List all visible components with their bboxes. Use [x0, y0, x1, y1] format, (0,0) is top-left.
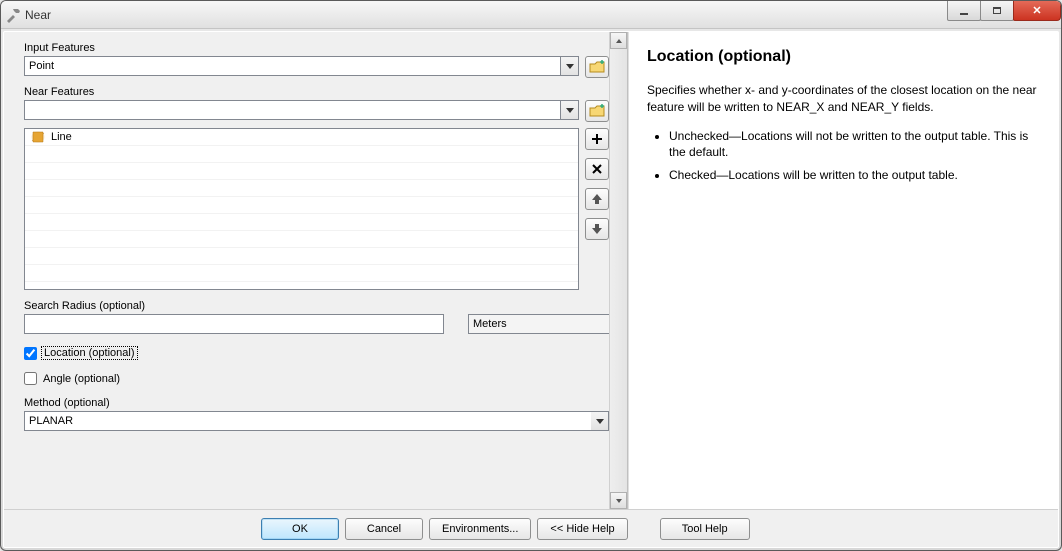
- input-features-input[interactable]: [24, 56, 561, 76]
- close-button[interactable]: ✕: [1013, 1, 1061, 21]
- line-feature-icon: [31, 131, 45, 143]
- near-features-input[interactable]: [24, 100, 561, 120]
- remove-item-button[interactable]: [585, 158, 609, 180]
- location-checkbox-label[interactable]: Location (optional): [41, 346, 138, 360]
- hide-help-button[interactable]: << Hide Help: [537, 518, 627, 540]
- method-select[interactable]: [24, 411, 591, 431]
- input-features-dropdown-button[interactable]: [561, 56, 579, 76]
- list-item-label: Line: [51, 131, 72, 143]
- move-down-button[interactable]: [585, 218, 609, 240]
- help-list: Unchecked—Locations will not be written …: [669, 128, 1040, 184]
- near-features-dropdown-button[interactable]: [561, 100, 579, 120]
- input-features-label: Input Features: [14, 42, 609, 54]
- units-dropdown-button[interactable]: [619, 314, 627, 334]
- help-paragraph: Specifies whether x- and y-coordinates o…: [647, 82, 1040, 116]
- add-item-button[interactable]: [585, 128, 609, 150]
- help-title: Location (optional): [647, 48, 1040, 66]
- near-features-browse-button[interactable]: [585, 100, 609, 122]
- tool-help-button[interactable]: Tool Help: [660, 518, 750, 540]
- hammer-icon: [5, 7, 21, 23]
- angle-checkbox-label[interactable]: Angle (optional): [41, 373, 122, 385]
- move-up-button[interactable]: [585, 188, 609, 210]
- method-dropdown-button[interactable]: [591, 411, 609, 431]
- search-radius-input[interactable]: [24, 314, 444, 334]
- minimize-button[interactable]: [947, 1, 981, 21]
- input-features-browse-button[interactable]: [585, 56, 609, 78]
- angle-checkbox[interactable]: [24, 372, 37, 385]
- tool-dialog-window: Near ✕ Input Features: [0, 0, 1062, 551]
- near-features-label: Near Features: [14, 86, 609, 98]
- search-radius-label: Search Radius (optional): [14, 300, 609, 312]
- location-checkbox[interactable]: [24, 347, 37, 360]
- method-label: Method (optional): [14, 397, 609, 409]
- dialog-body: Input Features Near Features: [3, 31, 1059, 548]
- maximize-button[interactable]: [980, 1, 1014, 21]
- help-pane: Location (optional) Specifies whether x-…: [628, 32, 1058, 509]
- scroll-down-button[interactable]: [610, 492, 627, 509]
- window-title: Near: [25, 8, 1057, 22]
- help-list-item: Checked—Locations will be written to the…: [669, 167, 1040, 184]
- window-controls: ✕: [947, 1, 1061, 21]
- environments-button[interactable]: Environments...: [429, 518, 531, 540]
- titlebar[interactable]: Near ✕: [1, 1, 1061, 29]
- parameters-pane: Input Features Near Features: [4, 32, 628, 509]
- help-list-item: Unchecked—Locations will not be written …: [669, 128, 1040, 162]
- ok-button[interactable]: OK: [261, 518, 339, 540]
- scroll-up-button[interactable]: [610, 32, 627, 49]
- units-select[interactable]: [468, 314, 619, 334]
- near-features-list[interactable]: Line: [24, 128, 579, 290]
- cancel-button[interactable]: Cancel: [345, 518, 423, 540]
- list-item[interactable]: Line: [25, 129, 578, 146]
- button-bar: OK Cancel Environments... << Hide Help T…: [4, 509, 1058, 547]
